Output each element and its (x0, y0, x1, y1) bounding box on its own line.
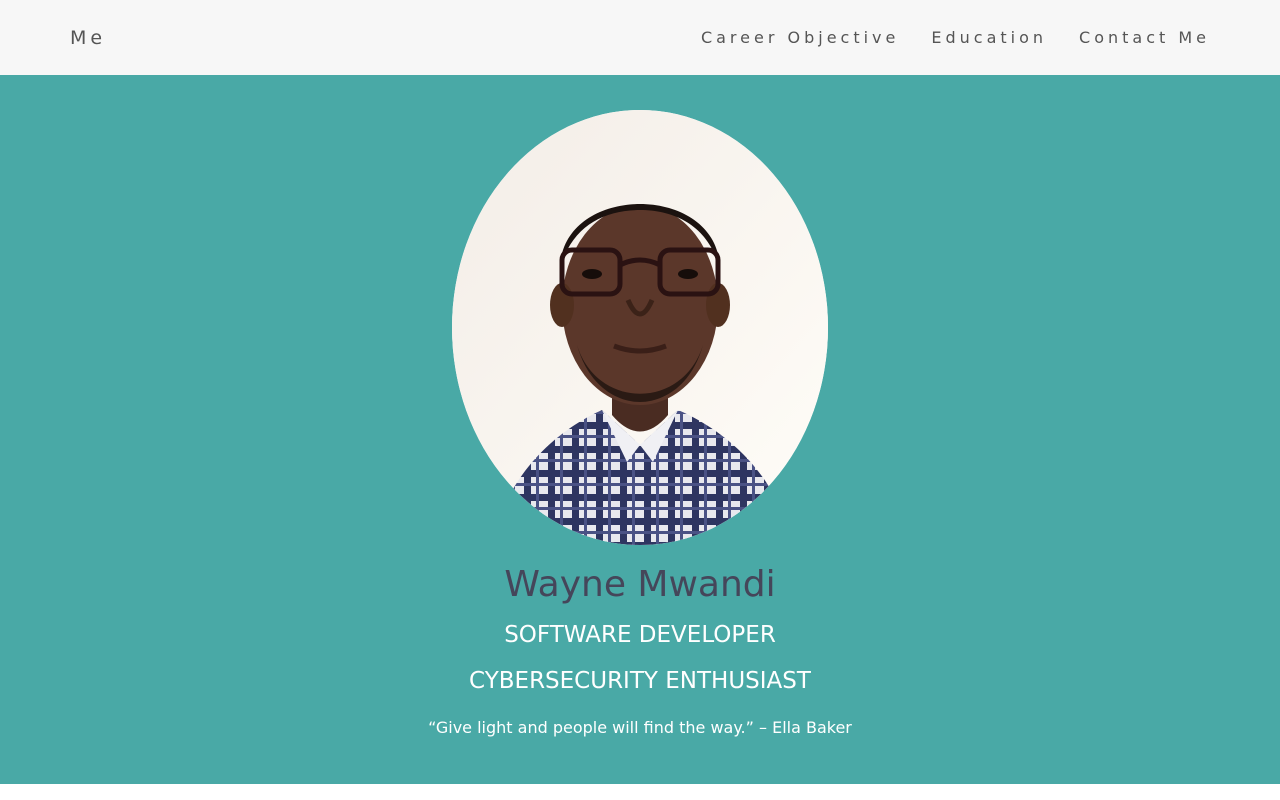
quote-text: “Give light and people will find the way… (428, 718, 852, 737)
brand-link[interactable]: Me (70, 27, 106, 49)
job-title: SOFTWARE DEVELOPER (504, 622, 776, 648)
nav-links: Career Objective Education Contact Me (701, 28, 1210, 47)
nav-item-career-objective: Career Objective (701, 28, 899, 47)
nav-item-contact-me: Contact Me (1079, 28, 1210, 47)
nav-link-education[interactable]: Education (931, 28, 1047, 47)
navbar: Me Career Objective Education Contact Me (0, 0, 1280, 75)
nav-item-education: Education (931, 28, 1047, 47)
nav-link-contact-me[interactable]: Contact Me (1079, 28, 1210, 47)
secondary-title: CYBERSECURITY ENTHUSIAST (469, 668, 811, 694)
profile-photo (452, 110, 828, 545)
profile-name: Wayne Mwandi (504, 564, 776, 605)
hero-section: Wayne Mwandi SOFTWARE DEVELOPER CYBERSEC… (0, 75, 1280, 784)
nav-link-career-objective[interactable]: Career Objective (701, 28, 899, 47)
